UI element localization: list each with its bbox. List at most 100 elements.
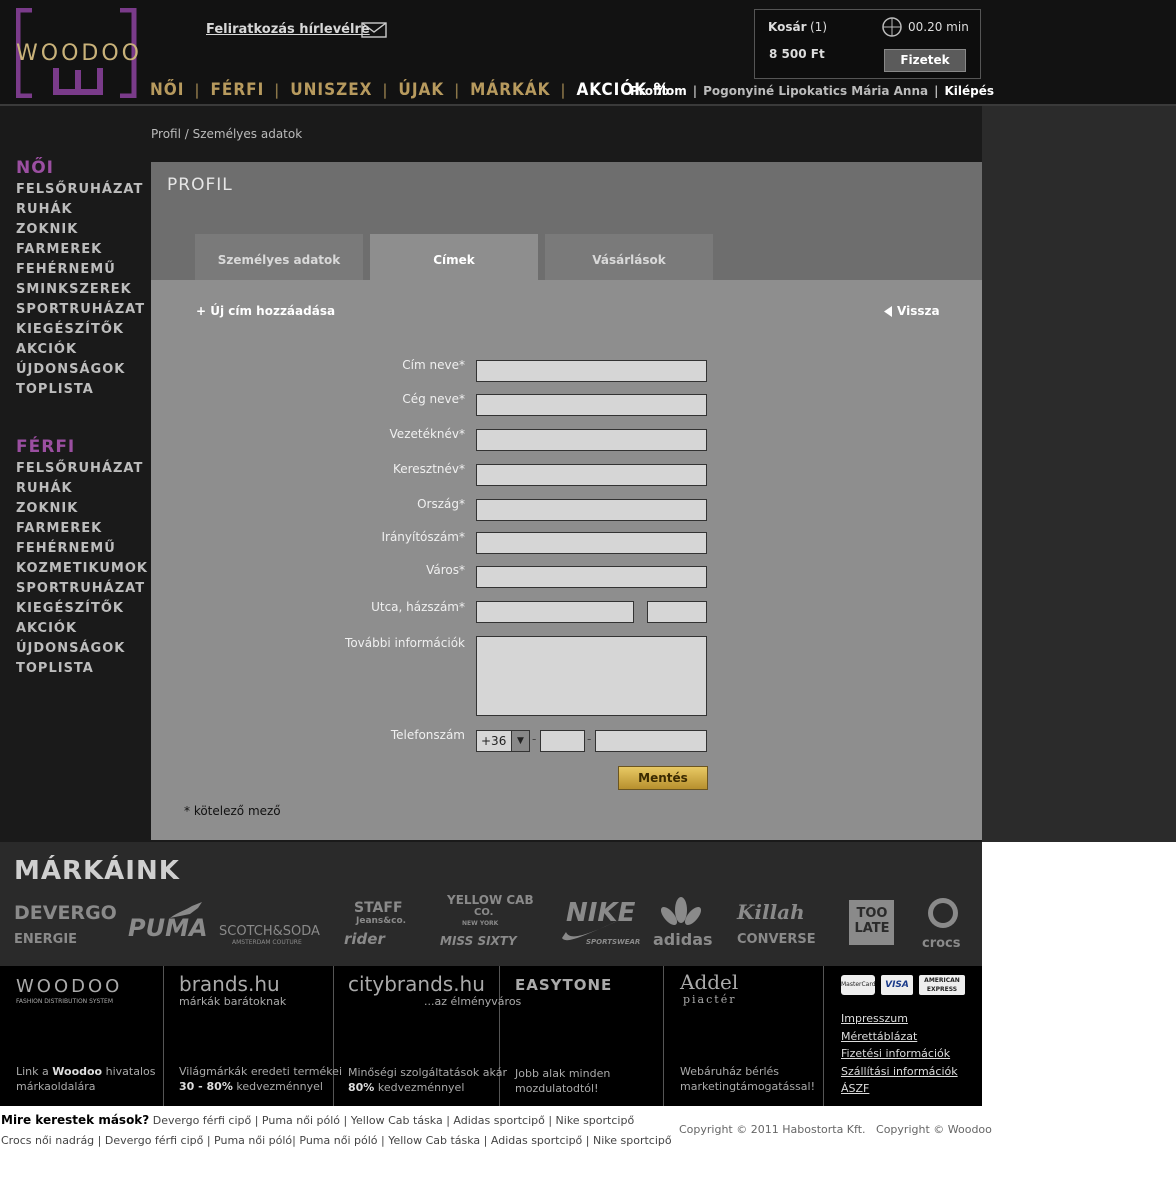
back-link[interactable]: Vissza	[897, 304, 940, 318]
search-link[interactable]: Puma női póló	[299, 1134, 377, 1147]
nav-women[interactable]: NŐI	[150, 80, 185, 100]
pay-button[interactable]: Fizetek	[884, 49, 966, 72]
brand-scotch-soda[interactable]: SCOTCH&SODA	[219, 924, 320, 939]
tab-purchases[interactable]: Vásárlások	[545, 234, 713, 280]
sidebar-item[interactable]: SPORTRUHÁZAT	[16, 579, 148, 599]
brand-adidas[interactable]: adidas	[653, 930, 713, 949]
search-link[interactable]: Nike sportcipő	[593, 1134, 672, 1147]
sidebar-item[interactable]: SMINKSZEREK	[16, 280, 145, 300]
search-link[interactable]: Puma női póló	[214, 1134, 292, 1147]
brand-killah[interactable]: Killah	[737, 900, 805, 924]
search-link[interactable]: Yellow Cab táska	[351, 1114, 443, 1127]
zip-field[interactable]	[476, 532, 707, 554]
sidebar-men-title[interactable]: FÉRFI	[16, 437, 148, 459]
phone-prefix-select[interactable]: +36 ▼	[476, 730, 530, 752]
sidebar-item[interactable]: AKCIÓK	[16, 340, 145, 360]
brand-miss-sixty[interactable]: MISS SIXTY	[440, 934, 517, 948]
footer-citybrands-title[interactable]: citybrands.hu	[348, 972, 485, 996]
search-link[interactable]: Adidas sportcipő	[491, 1134, 582, 1147]
brand-yellow-cab[interactable]: YELLOW CAB	[447, 893, 534, 907]
chevron-down-icon[interactable]: ▼	[511, 731, 529, 751]
user-name[interactable]: Pogonyiné Lipokatics Mária Anna	[703, 84, 928, 98]
sidebar-item[interactable]: KOZMETIKUMOK	[16, 559, 148, 579]
brand-staff[interactable]: STAFF	[354, 900, 403, 916]
nav-men[interactable]: FÉRFI	[210, 80, 264, 100]
sidebar-item[interactable]: FELSŐRUHÁZAT	[16, 180, 145, 200]
footer-woodoo-title[interactable]: WOODOO	[16, 976, 122, 997]
brand-converse[interactable]: CONVERSE	[737, 932, 816, 947]
sidebar-item[interactable]: TOPLISTA	[16, 659, 148, 679]
sidebar-item[interactable]: AKCIÓK	[16, 619, 148, 639]
phone-area-field[interactable]	[540, 730, 585, 752]
sidebar-item[interactable]: FELSŐRUHÁZAT	[16, 459, 148, 479]
crocs-logo-icon	[928, 898, 958, 928]
search-link[interactable]: Devergo férfi cipő	[153, 1114, 251, 1127]
brand-devergo[interactable]: DEVERGO	[14, 902, 117, 924]
page-title: PROFIL	[167, 175, 233, 195]
footer-link-impresszum[interactable]: Impresszum	[841, 1010, 958, 1028]
search-link[interactable]: Crocs női nadrág	[1, 1134, 94, 1147]
sidebar-item[interactable]: SPORTRUHÁZAT	[16, 300, 145, 320]
search-link[interactable]: Devergo férfi cipő	[105, 1134, 203, 1147]
search-link[interactable]: Puma női póló	[262, 1114, 340, 1127]
brand-energie[interactable]: ENERGIE	[14, 932, 77, 947]
phone-number-field[interactable]	[595, 730, 707, 752]
nav-unisex[interactable]: UNISZEX	[290, 80, 372, 100]
sidebar-item[interactable]: RUHÁK	[16, 479, 148, 499]
sidebar-item[interactable]: FARMEREK	[16, 519, 148, 539]
sidebar-item[interactable]: FEHÉRNEMŰ	[16, 260, 145, 280]
brand-rider[interactable]: rider	[344, 930, 385, 948]
sidebar-women-title[interactable]: NŐI	[16, 158, 145, 180]
sidebar-item[interactable]: ÚJDONSÁGOK	[16, 639, 148, 659]
footer-link-terms[interactable]: ÁSZF	[841, 1080, 958, 1098]
firstname-field[interactable]	[476, 464, 707, 486]
footer-addel-text-1: Webáruház bérlés	[680, 1065, 780, 1078]
sidebar-item[interactable]: ZOKNIK	[16, 499, 148, 519]
search-link[interactable]: Nike sportcipő	[556, 1114, 635, 1127]
search-link[interactable]: Yellow Cab táska	[388, 1134, 480, 1147]
sidebar-item[interactable]: RUHÁK	[16, 200, 145, 220]
notes-textarea[interactable]	[476, 636, 707, 716]
sidebar-item[interactable]: FEHÉRNEMŰ	[16, 539, 148, 559]
surname-field[interactable]	[476, 429, 707, 451]
city-field[interactable]	[476, 566, 707, 588]
profile-link[interactable]: Profilom	[630, 84, 687, 98]
cart-total: 8 500 Ft	[769, 47, 825, 61]
newsletter-link[interactable]: Feliratkozás hírlevélre	[206, 22, 370, 37]
sidebar-item[interactable]: KIEGÉSZÍTŐK	[16, 599, 148, 619]
sidebar-item[interactable]: TOPLISTA	[16, 380, 145, 400]
tab-personal-data[interactable]: Személyes adatok	[195, 234, 363, 280]
woodoo-logo[interactable]: WOODOO	[16, 8, 142, 98]
sidebar-item[interactable]: FARMEREK	[16, 240, 145, 260]
back-arrow-icon[interactable]	[884, 306, 894, 317]
footer-link-size-chart[interactable]: Mérettáblázat	[841, 1028, 958, 1046]
house-number-field[interactable]	[647, 601, 707, 623]
search-separator: |	[544, 1114, 556, 1127]
footer-easytone-title[interactable]: EASYTONE	[515, 976, 612, 994]
sidebar-item[interactable]: ÚJDONSÁGOK	[16, 360, 145, 380]
footer-woodoo-text-3: márkaoldalára	[16, 1080, 96, 1093]
footer-link-payment[interactable]: Fizetési információk	[841, 1045, 958, 1063]
nav-separator: |	[382, 81, 389, 99]
logout-link[interactable]: Kilépés	[944, 84, 994, 98]
company-field[interactable]	[476, 394, 707, 416]
footer-link-shipping[interactable]: Szállítási információk	[841, 1063, 958, 1081]
sidebar-item[interactable]: KIEGÉSZÍTŐK	[16, 320, 145, 340]
footer-brands-title[interactable]: brands.hu	[179, 972, 280, 996]
address-name-field[interactable]	[476, 360, 707, 382]
nav-new[interactable]: ÚJAK	[398, 80, 444, 100]
cart-label[interactable]: Kosár	[768, 20, 807, 34]
brand-too-late[interactable]: TOO LATE	[851, 906, 893, 936]
sidebar-item[interactable]: ZOKNIK	[16, 220, 145, 240]
breadcrumb[interactable]: Profil / Személyes adatok	[151, 127, 302, 141]
save-button[interactable]: Mentés	[618, 766, 708, 790]
add-address-link[interactable]: + Új cím hozzáadása	[196, 304, 335, 318]
search-link[interactable]: Adidas sportcipő	[453, 1114, 544, 1127]
envelope-icon[interactable]	[361, 22, 387, 38]
footer-addel-title[interactable]: Addel	[680, 970, 738, 994]
nav-brands[interactable]: MÁRKÁK	[470, 80, 550, 100]
country-field[interactable]	[476, 499, 707, 521]
brand-crocs[interactable]: crocs	[922, 936, 961, 951]
tab-addresses[interactable]: Címek	[370, 234, 538, 280]
street-field[interactable]	[476, 601, 634, 623]
